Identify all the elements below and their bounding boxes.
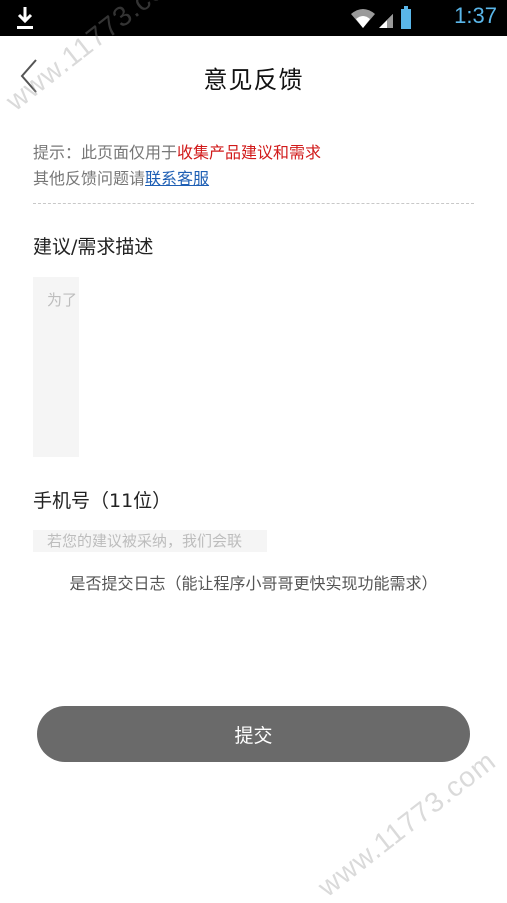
description-label: 建议/需求描述: [33, 236, 154, 258]
contact-support-link[interactable]: 联系客服: [145, 169, 209, 188]
signal-icon: [379, 14, 393, 28]
description-input[interactable]: [33, 277, 79, 457]
wifi-icon: [351, 9, 375, 28]
tip-text-2: 其他反馈问题请: [33, 169, 146, 188]
wifi-signal-battery-icons: [351, 6, 411, 29]
tip-line-2: 其他反馈问题请联系客服: [33, 166, 321, 192]
phone-input[interactable]: [33, 530, 267, 552]
submit-button[interactable]: 提交: [37, 706, 470, 762]
phone-label: 手机号（11位）: [33, 490, 172, 512]
divider: [33, 203, 474, 204]
watermark-2: www.11773.com: [312, 744, 502, 903]
submit-log-option[interactable]: 是否提交日志（能让程序小哥哥更快实现功能需求）: [0, 570, 507, 594]
tip-text: 提示：此页面仅用于: [33, 143, 178, 162]
status-bar: 1:37: [0, 0, 507, 36]
tip-line-1: 提示：此页面仅用于收集产品建议和需求: [33, 140, 321, 166]
battery-icon: [401, 6, 411, 29]
status-time: 1:37: [454, 3, 497, 28]
download-icon: [17, 7, 33, 29]
tip-notice: 提示：此页面仅用于收集产品建议和需求 其他反馈问题请联系客服: [33, 140, 321, 192]
tip-highlight: 收集产品建议和需求: [177, 143, 322, 162]
